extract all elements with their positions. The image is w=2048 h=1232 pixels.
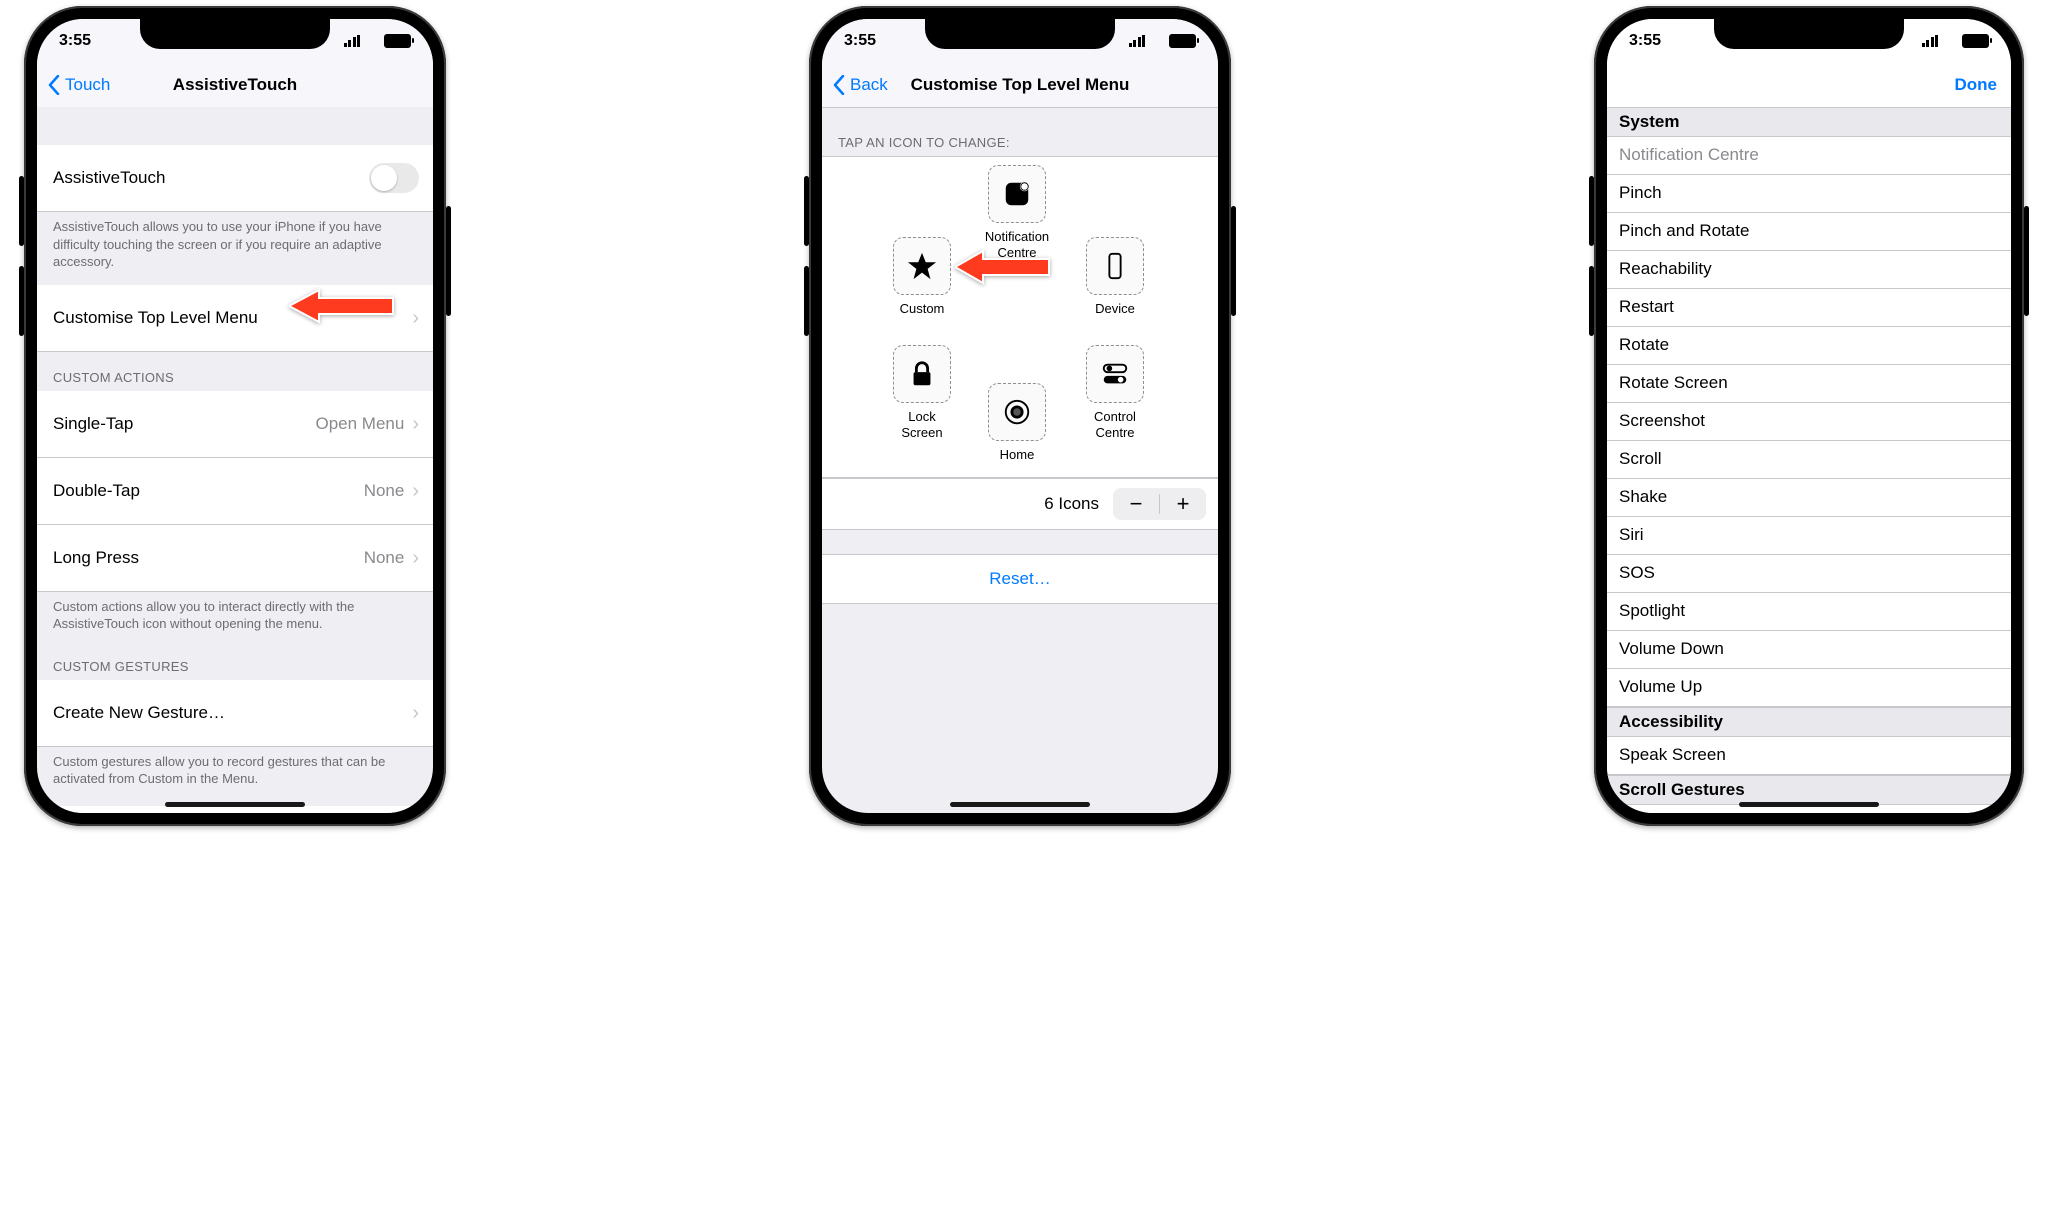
list-item-speak-screen[interactable]: Speak Screen bbox=[1607, 737, 2011, 775]
list-item-spotlight[interactable]: Spotlight bbox=[1607, 593, 2011, 631]
chevron-right-icon: › bbox=[410, 703, 419, 723]
page-title: AssistiveTouch bbox=[173, 75, 297, 95]
reset-label: Reset… bbox=[989, 569, 1050, 589]
signal-icon bbox=[1922, 35, 1939, 47]
list-item-volume-down[interactable]: Volume Down bbox=[1607, 631, 2011, 669]
home-button-icon bbox=[1002, 397, 1032, 427]
icons-increment-button[interactable]: + bbox=[1160, 488, 1206, 520]
menu-notification-centre[interactable]: Notification Centre bbox=[972, 165, 1062, 260]
double-tap-label: Double-Tap bbox=[53, 481, 364, 501]
double-tap-row[interactable]: Double-Tap None › bbox=[37, 458, 433, 525]
done-button[interactable]: Done bbox=[1955, 63, 1998, 107]
lock-icon bbox=[907, 359, 937, 389]
list-item-notification-centre: Notification Centre bbox=[1607, 137, 2011, 175]
status-time: 3:55 bbox=[59, 32, 91, 50]
toggle-label: AssistiveTouch bbox=[53, 168, 369, 188]
custom-gestures-header: CUSTOM GESTURES bbox=[37, 641, 433, 680]
customise-label: Customise Top Level Menu bbox=[53, 308, 410, 328]
control-centre-icon bbox=[1100, 359, 1130, 389]
menu-control-centre[interactable]: Control Centre bbox=[1070, 345, 1160, 440]
list-item-scroll[interactable]: Scroll bbox=[1607, 441, 2011, 479]
wifi-icon bbox=[364, 35, 380, 47]
toggle-footer: AssistiveTouch allows you to use your iP… bbox=[37, 212, 433, 279]
chevron-left-icon bbox=[47, 75, 61, 95]
long-press-row[interactable]: Long Press None › bbox=[37, 525, 433, 592]
section-system-header: System bbox=[1607, 107, 2011, 137]
list-item-rotate[interactable]: Rotate bbox=[1607, 327, 2011, 365]
menu-home[interactable]: Home bbox=[972, 383, 1062, 463]
long-press-label: Long Press bbox=[53, 548, 364, 568]
assistivetouch-toggle-row[interactable]: AssistiveTouch bbox=[37, 145, 433, 212]
menu-lock-screen[interactable]: Lock Screen bbox=[877, 345, 967, 440]
back-label: Back bbox=[850, 75, 888, 95]
wifi-icon bbox=[1942, 35, 1958, 47]
back-button[interactable]: Back bbox=[832, 63, 888, 107]
chevron-right-icon: › bbox=[410, 308, 419, 328]
status-time: 3:55 bbox=[1629, 32, 1661, 50]
create-new-gesture-row[interactable]: Create New Gesture… › bbox=[37, 680, 433, 747]
battery-icon bbox=[384, 34, 411, 48]
tap-to-change-header: TAP AN ICON TO CHANGE: bbox=[822, 107, 1218, 156]
wifi-icon bbox=[1149, 35, 1165, 47]
back-button[interactable]: Touch bbox=[47, 63, 110, 107]
single-tap-label: Single-Tap bbox=[53, 414, 315, 434]
page-title: Customise Top Level Menu bbox=[911, 75, 1130, 95]
menu-custom[interactable]: Custom bbox=[877, 237, 967, 317]
long-press-value: None bbox=[364, 548, 405, 568]
list-item-pinch-and-rotate[interactable]: Pinch and Rotate bbox=[1607, 213, 2011, 251]
battery-icon bbox=[1169, 34, 1196, 48]
chevron-right-icon: › bbox=[410, 414, 419, 434]
nav-bar: Touch AssistiveTouch bbox=[37, 63, 433, 108]
list-item-sos[interactable]: SOS bbox=[1607, 555, 2011, 593]
list-item-screenshot[interactable]: Screenshot bbox=[1607, 403, 2011, 441]
custom-actions-footer: Custom actions allow you to interact dir… bbox=[37, 592, 433, 641]
icons-count-label: 6 Icons bbox=[1044, 494, 1099, 514]
section-accessibility-header: Accessibility bbox=[1607, 707, 2011, 737]
menu-device[interactable]: Device bbox=[1070, 237, 1160, 317]
single-tap-row[interactable]: Single-Tap Open Menu › bbox=[37, 391, 433, 458]
chevron-right-icon: › bbox=[410, 481, 419, 501]
create-gesture-label: Create New Gesture… bbox=[53, 703, 410, 723]
back-label: Touch bbox=[65, 75, 110, 95]
chevron-right-icon: › bbox=[410, 548, 419, 568]
chevron-left-icon bbox=[832, 75, 846, 95]
icons-decrement-button[interactable]: − bbox=[1113, 488, 1159, 520]
double-tap-value: None bbox=[364, 481, 405, 501]
list-item-rotate-screen[interactable]: Rotate Screen bbox=[1607, 365, 2011, 403]
device-icon bbox=[1100, 251, 1130, 281]
custom-actions-header: CUSTOM ACTIONS bbox=[37, 352, 433, 391]
star-icon bbox=[907, 251, 937, 281]
list-item-restart[interactable]: Restart bbox=[1607, 289, 2011, 327]
status-time: 3:55 bbox=[844, 32, 876, 50]
list-item-pinch[interactable]: Pinch bbox=[1607, 175, 2011, 213]
battery-icon bbox=[1962, 34, 1989, 48]
list-item-siri[interactable]: Siri bbox=[1607, 517, 2011, 555]
nav-bar: Back Customise Top Level Menu bbox=[822, 63, 1218, 108]
switch-off-icon[interactable] bbox=[369, 163, 419, 193]
nav-bar: Done bbox=[1607, 63, 2011, 108]
list-item-volume-up[interactable]: Volume Up bbox=[1607, 669, 2011, 707]
list-item-shake[interactable]: Shake bbox=[1607, 479, 2011, 517]
done-label: Done bbox=[1955, 75, 1998, 95]
notification-centre-icon bbox=[1002, 179, 1032, 209]
signal-icon bbox=[1129, 35, 1146, 47]
custom-gestures-footer: Custom gestures allow you to record gest… bbox=[37, 747, 433, 796]
icons-count-row: 6 Icons − + bbox=[822, 478, 1218, 530]
signal-icon bbox=[344, 35, 361, 47]
single-tap-value: Open Menu bbox=[315, 414, 404, 434]
reset-button[interactable]: Reset… bbox=[822, 554, 1218, 604]
list-item-reachability[interactable]: Reachability bbox=[1607, 251, 2011, 289]
section-scroll-gestures-header: Scroll Gestures bbox=[1607, 775, 2011, 805]
customise-top-level-menu-row[interactable]: Customise Top Level Menu › bbox=[37, 285, 433, 352]
